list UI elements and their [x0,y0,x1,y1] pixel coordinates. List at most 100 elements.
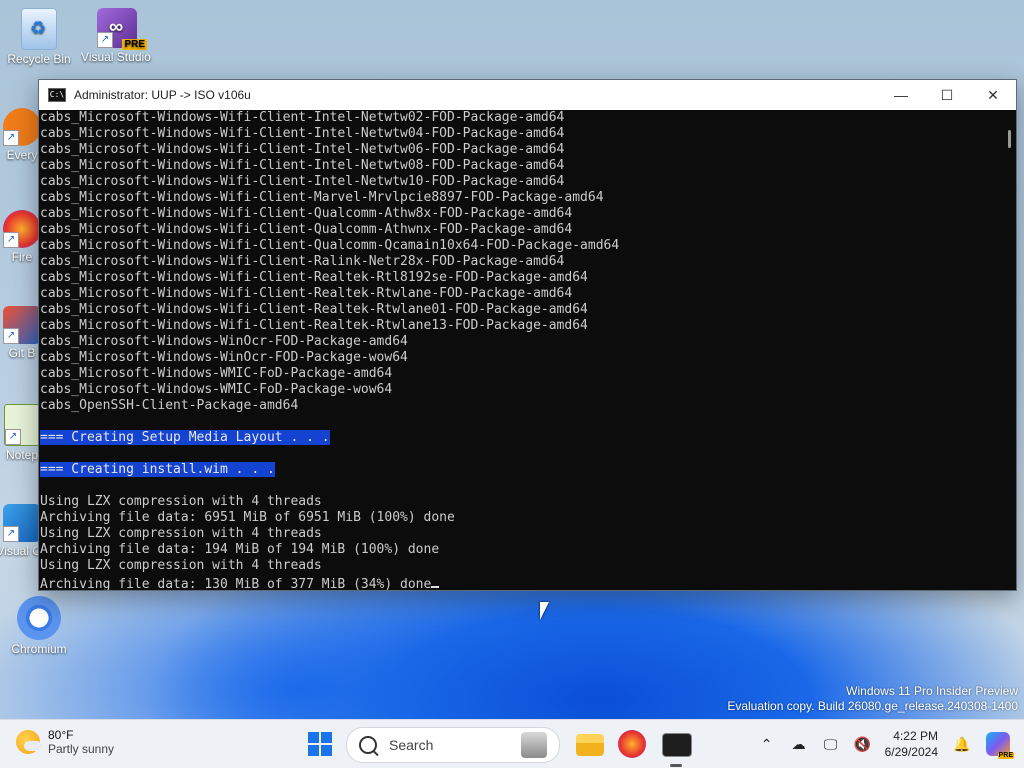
console-line: cabs_Microsoft-Windows-Wifi-Client-Qualc… [40,206,1000,222]
terminal-taskbar-icon[interactable] [662,733,692,757]
console-line: cabs_Microsoft-Windows-Wifi-Client-Intel… [40,142,1000,158]
shortcut-arrow-icon: ↗ [97,32,113,48]
console-line: cabs_Microsoft-Windows-Wifi-Client-Qualc… [40,238,1000,254]
console-line-text: cabs_Microsoft-Windows-Wifi-Client-Intel… [40,158,565,173]
mouse-pointer-icon [540,602,549,620]
weather-temperature: 80°F [48,728,74,742]
console-line-text: Archiving file data: 194 MiB of 194 MiB … [40,542,440,557]
firefox-taskbar-icon[interactable] [618,730,646,758]
console-line-text: cabs_Microsoft-Windows-WinOcr-FOD-Packag… [40,350,408,365]
taskbar-search-box[interactable]: Search [346,727,560,763]
console-line: cabs_Microsoft-Windows-WinOcr-FOD-Packag… [40,334,1000,350]
console-line-text: Archiving file data: 6951 MiB of 6951 Mi… [40,510,455,525]
console-output[interactable]: cabs_Microsoft-Windows-Wifi-Client-Intel… [39,110,1000,590]
shortcut-arrow-icon: ↗ [3,130,19,146]
vscode-icon: ↗ [3,504,41,542]
console-line-text: Using LZX compression with 4 threads [40,558,322,573]
console-line-text: cabs_Microsoft-Windows-Wifi-Client-Intel… [40,142,565,157]
console-line-text: cabs_Microsoft-Windows-Wifi-Client-Qualc… [40,222,573,237]
recycle-bin-icon: ♻ [21,8,57,50]
window-title: Administrator: UUP -> ISO v106u [74,88,251,102]
notification-bell-icon[interactable]: 🔔 [952,734,972,754]
console-line-text: cabs_Microsoft-Windows-Wifi-Client-Marve… [40,190,604,205]
console-line-text: cabs_Microsoft-Windows-Wifi-Client-Intel… [40,126,565,141]
chromium-icon [17,596,61,640]
weather-description: Partly sunny [48,742,115,756]
cloud-off-icon[interactable]: ☁ [789,734,809,754]
window-titlebar[interactable]: C:\ Administrator: UUP -> ISO v106u — ☐ … [39,80,1016,110]
volume-muted-icon[interactable]: 🔇 [853,734,873,754]
console-line: cabs_Microsoft-Windows-Wifi-Client-Realt… [40,286,1000,302]
search-icon [359,736,377,754]
firefox-icon: ↗ [3,210,41,248]
git-bash-icon: ↗ [3,306,41,344]
console-line-text: Using LZX compression with 4 threads [40,526,322,541]
console-line: Using LZX compression with 4 threads [40,526,1000,542]
console-line: Archiving file data: 194 MiB of 194 MiB … [40,542,1000,558]
taskbar: 80°F Partly sunny Search ⌃ ☁ 🖵 🔇 4:22 PM… [0,719,1024,768]
notepad-icon: ↗ [4,404,40,446]
console-line: Using LZX compression with 4 threads [40,494,1000,510]
desktop-icon-visual-studio[interactable]: ∞ PRE ↗ Visual Studio 2022 P... [81,8,153,64]
desktop-icon-label: Recycle Bin [7,52,71,66]
console-line: cabs_Microsoft-Windows-Wifi-Client-Intel… [40,158,1000,174]
pre-badge: PRE [122,39,147,50]
network-icon[interactable]: 🖵 [821,734,841,754]
console-line: === Creating install.wim . . . [40,462,1000,478]
console-line: cabs_Microsoft-Windows-Wifi-Client-Intel… [40,174,1000,190]
console-line-text: cabs_Microsoft-Windows-Wifi-Client-Intel… [40,174,565,189]
start-button[interactable] [308,732,332,756]
console-app-icon: C:\ [48,88,66,102]
console-line-text: cabs_Microsoft-Windows-Wifi-Client-Realt… [40,302,588,317]
console-line-text: cabs_Microsoft-Windows-Wifi-Client-Ralin… [40,254,565,269]
desktop-icon-label: Chromium [11,642,67,656]
console-line: cabs_Microsoft-Windows-Wifi-Client-Qualc… [40,222,1000,238]
visual-studio-icon: ∞ PRE ↗ [97,8,147,50]
watermark-line-2: Evaluation copy. Build 26080.ge_release.… [727,699,1018,713]
shortcut-arrow-icon: ↗ [3,526,19,542]
console-line-text: Using LZX compression with 4 threads [40,494,322,509]
shortcut-arrow-icon: ↗ [3,232,19,248]
console-line: === Creating Setup Media Layout . . . [40,430,1000,446]
console-line-text: cabs_Microsoft-Windows-Wifi-Client-Qualc… [40,206,573,221]
weather-widget[interactable]: 80°F Partly sunny [16,728,114,756]
watermark-line-1: Windows 11 Pro Insider Preview [846,684,1018,698]
clock-time: 4:22 PM [893,729,938,743]
console-line: cabs_Microsoft-Windows-WMIC-FoD-Package-… [40,366,1000,382]
copilot-pre-badge: PRE [997,752,1014,759]
file-explorer-icon[interactable] [576,734,604,756]
scrollbar-thumb[interactable] [1008,130,1011,148]
copilot-icon[interactable]: PRE [986,732,1014,759]
search-highlight-icon [521,732,547,758]
desktop-icon-recycle-bin[interactable]: ♻ Recycle Bin [3,8,75,66]
clock[interactable]: 4:22 PM 6/29/2024 [885,728,938,760]
close-button[interactable]: ✕ [970,80,1016,110]
console-line-text: cabs_Microsoft-Windows-WMIC-FoD-Package-… [40,382,393,397]
console-window[interactable]: C:\ Administrator: UUP -> ISO v106u — ☐ … [38,79,1017,591]
desktop-icon-chromium[interactable]: Chromium [3,596,75,656]
console-line-text: cabs_Microsoft-Windows-Wifi-Client-Intel… [40,110,565,125]
chevron-up-icon[interactable]: ⌃ [757,734,777,754]
console-line: Archiving file data: 130 MiB of 377 MiB … [40,574,1000,590]
console-line: cabs_Microsoft-Windows-Wifi-Client-Realt… [40,302,1000,318]
active-app-indicator [670,764,682,767]
console-line-text: cabs_Microsoft-Windows-Wifi-Client-Qualc… [40,238,620,253]
console-line: cabs_Microsoft-Windows-WMIC-FoD-Package-… [40,382,1000,398]
console-line: cabs_Microsoft-Windows-Wifi-Client-Intel… [40,126,1000,142]
clock-date: 6/29/2024 [884,745,938,759]
console-line-text: cabs_Microsoft-Windows-Wifi-Client-Realt… [40,286,573,301]
console-line-highlighted-text: === Creating Setup Media Layout . . . [40,430,330,445]
vertical-scrollbar[interactable] [1000,110,1016,590]
minimize-button[interactable]: — [878,80,924,110]
console-line-text: cabs_Microsoft-Windows-Wifi-Client-Realt… [40,318,588,333]
text-cursor [431,574,440,588]
console-line: cabs_Microsoft-Windows-Wifi-Client-Ralin… [40,254,1000,270]
console-line-text: Archiving file data: 130 MiB of 377 MiB … [40,577,432,590]
console-line-text: cabs_Microsoft-Windows-Wifi-Client-Realt… [40,270,588,285]
maximize-button[interactable]: ☐ [924,80,970,110]
shortcut-arrow-icon: ↗ [3,328,19,344]
console-line: Archiving file data: 6951 MiB of 6951 Mi… [40,510,1000,526]
